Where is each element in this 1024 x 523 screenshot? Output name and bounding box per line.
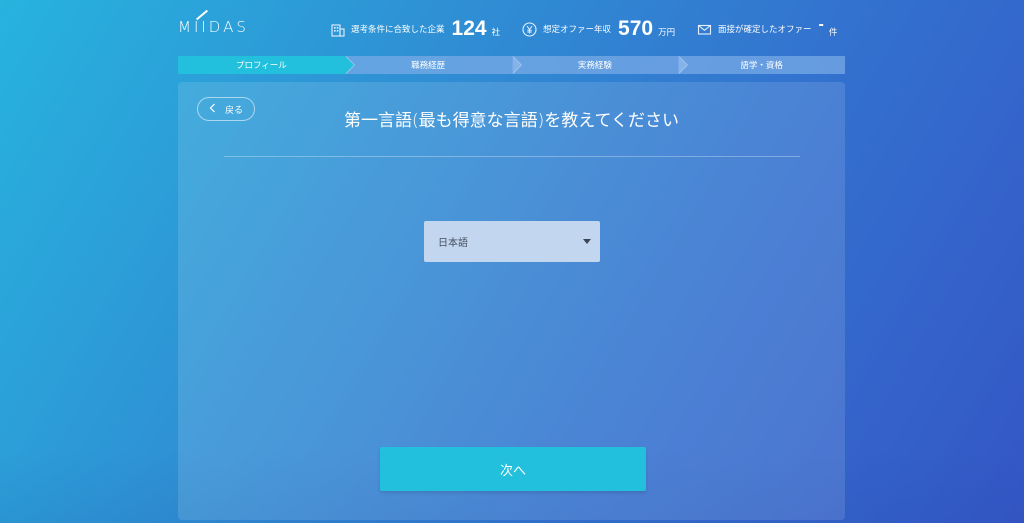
stat-value: - — [818, 16, 824, 33]
step-experience: 実務経験 — [511, 56, 689, 74]
step-label: 語学・資格 — [740, 61, 783, 71]
progress-steps: プロフィール 職務経歴 実務経験 語学・資格 — [178, 56, 845, 74]
step-work-history: 職務経歴 — [344, 56, 522, 74]
step-language-qualifications: 語学・資格 — [678, 56, 845, 74]
logo-text: MIIDAS — [178, 18, 249, 36]
next-button-label: 次へ — [499, 463, 526, 479]
question-title: 第一言語(最も得意な言語)を教えてください — [344, 111, 679, 131]
stat-value: 570 — [618, 17, 654, 40]
stat-matched-companies: 選考条件に合致した企業 124 社 — [330, 14, 500, 44]
step-label: 職務経歴 — [411, 61, 446, 71]
stat-label: 面接が確定したオファー — [718, 25, 812, 35]
miidas-logo[interactable]: MIIDAS — [178, 9, 249, 36]
stat-unit: 社 — [491, 28, 501, 38]
step-label: プロフィール — [235, 61, 287, 71]
first-language-select[interactable]: 日本語 — [424, 221, 600, 262]
next-button[interactable]: 次へ — [380, 447, 646, 491]
step-arrow — [511, 56, 521, 74]
caret-down-icon — [583, 239, 591, 244]
building-icon — [330, 22, 345, 37]
question-card: 戻る 第一言語(最も得意な言語)を教えてください 日本語 次へ — [178, 82, 845, 520]
step-arrow — [678, 56, 688, 74]
step-label: 実務経験 — [577, 61, 612, 71]
divider — [224, 156, 800, 157]
select-value: 日本語 — [438, 238, 468, 249]
stat-confirmed-interviews: 面接が確定したオファー - 件 — [697, 14, 837, 44]
stat-unit: 万円 — [658, 28, 676, 38]
mail-icon — [697, 22, 712, 37]
stat-expected-salary: 想定オファー年収 570 万円 — [522, 14, 675, 44]
step-arrow — [344, 56, 354, 74]
stat-unit: 件 — [828, 28, 838, 38]
stat-label: 選考条件に合致した企業 — [351, 25, 445, 35]
stat-value: 124 — [451, 17, 487, 40]
stat-label: 想定オファー年収 — [543, 25, 612, 35]
header: MIIDAS 選考条件に合致した企業 124 社 想定オファー年収 570 万円… — [178, 9, 846, 50]
yen-icon — [522, 21, 537, 37]
step-profile: プロフィール — [178, 56, 355, 74]
